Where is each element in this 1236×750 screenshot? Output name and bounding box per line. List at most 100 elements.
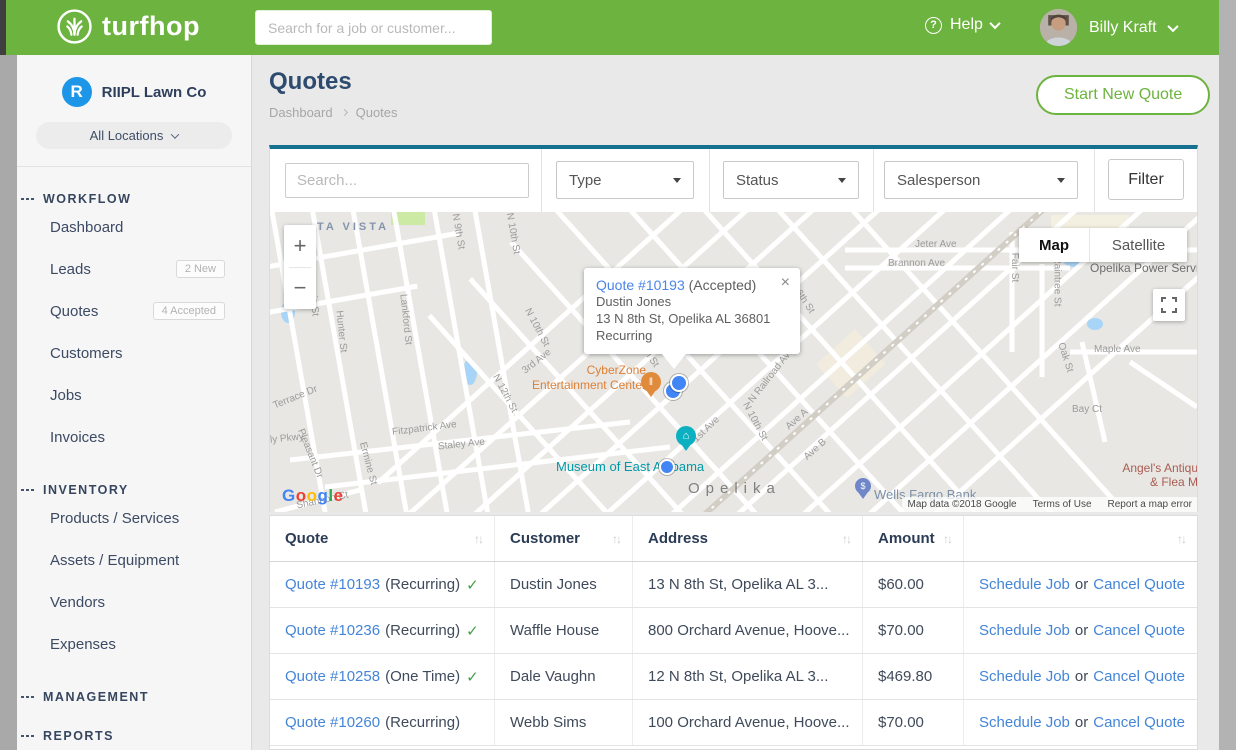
quote-link[interactable]: Quote #10236 [285, 622, 380, 639]
location-label: All Locations [90, 128, 164, 143]
amount-cell: $70.00 [863, 700, 964, 745]
cancel-quote-link[interactable]: Cancel Quote [1093, 714, 1185, 731]
brand-logo[interactable]: turfhop [56, 8, 200, 45]
cancel-quote-link[interactable]: Cancel Quote [1093, 576, 1185, 593]
quote-cell: Quote #10236(Recurring)✓ [270, 608, 495, 653]
address-text: 13 N 8th St, Opelika AL 3... [648, 576, 828, 593]
sidebar-item-jobs[interactable]: Jobs [17, 374, 251, 416]
select-arrow-icon [673, 178, 681, 183]
amount-cell: $469.80 [863, 654, 964, 699]
google-map[interactable]: TA VISTAN 9th StN 10th StJeter AveBranno… [270, 212, 1197, 512]
sidebar-item-expenses[interactable]: Expenses [17, 623, 251, 665]
cancel-quote-link[interactable]: Cancel Quote [1093, 622, 1185, 639]
museum-icon: ⌂ [683, 430, 690, 442]
sidebar-item-customers[interactable]: Customers [17, 332, 251, 374]
filter-button[interactable]: Filter [1108, 159, 1184, 200]
company-selector[interactable]: R RIIPL Lawn Co [17, 77, 251, 107]
sort-icon[interactable]: ↑↓ [612, 532, 620, 546]
zoom-in-button[interactable]: + [284, 225, 316, 267]
address-text: 800 Orchard Avenue, Hoove... [648, 622, 850, 639]
quote-link[interactable]: Quote #10193 [285, 576, 380, 593]
terms-of-use-link[interactable]: Terms of Use [1033, 499, 1092, 510]
chevron-down-icon [171, 130, 179, 138]
cancel-quote-link[interactable]: Cancel Quote [1093, 668, 1185, 685]
left-scrollbar[interactable] [0, 55, 17, 750]
quote-link[interactable]: Quote #10260 [285, 714, 380, 731]
report-map-error-link[interactable]: Report a map error [1108, 499, 1192, 510]
schedule-job-link[interactable]: Schedule Job [979, 668, 1070, 685]
sidebar-section-management[interactable]: MANAGEMENT [17, 690, 251, 704]
schedule-job-link[interactable]: Schedule Job [979, 714, 1070, 731]
global-search-input[interactable] [255, 10, 492, 45]
popup-quote-status: (Accepted) [689, 277, 757, 293]
sort-icon[interactable]: ↑↓ [842, 532, 850, 546]
quote-map-marker-active[interactable] [670, 374, 688, 392]
customer-cell: Dustin Jones [495, 562, 633, 607]
or-separator: or [1075, 622, 1088, 639]
sidebar-item-assets-equipment[interactable]: Assets / Equipment [17, 539, 251, 581]
salesperson-select[interactable]: Salesperson [884, 161, 1078, 199]
map-info-window: Quote #10193 (Accepted) × Dustin Jones 1… [584, 268, 800, 354]
close-icon[interactable]: × [781, 275, 790, 291]
museum-poi-pin[interactable]: ⌂ [676, 426, 696, 446]
sort-icon[interactable]: ↑↓ [943, 532, 951, 546]
start-new-quote-button[interactable]: Start New Quote [1036, 75, 1210, 115]
google-logo-letter: e [334, 486, 344, 505]
sidebar-item-quotes[interactable]: Quotes4 Accepted [17, 290, 251, 332]
divider [709, 149, 710, 212]
sidebar-section-inventory[interactable]: INVENTORY [17, 483, 251, 497]
fullscreen-button[interactable] [1153, 289, 1185, 321]
left-dark-edge [0, 0, 6, 55]
bank-poi-pin[interactable]: $ [855, 478, 871, 494]
zoom-out-button[interactable]: − [284, 268, 316, 310]
schedule-job-link[interactable]: Schedule Job [979, 576, 1070, 593]
quote-link[interactable]: Quote #10258 [285, 668, 380, 685]
chevron-down-icon [989, 18, 1000, 29]
sidebar-item-vendors[interactable]: Vendors [17, 581, 251, 623]
popup-quote-link[interactable]: Quote #10193 [596, 277, 685, 293]
chevron-down-icon [1167, 20, 1178, 31]
type-select[interactable]: Type [556, 161, 694, 199]
column-header-address[interactable]: Address ↑↓ [633, 516, 863, 561]
sidebar-item-dashboard[interactable]: Dashboard [17, 206, 251, 248]
customer-name: Webb Sims [510, 714, 586, 731]
column-header-amount[interactable]: Amount↑↓ [863, 516, 964, 561]
sidebar: R RIIPL Lawn Co All Locations WORKFLOWDa… [17, 55, 252, 750]
customer-name: Dale Vaughn [510, 668, 596, 685]
divider [1094, 149, 1095, 212]
user-menu[interactable]: Billy Kraft [1040, 9, 1177, 46]
column-header-actions[interactable]: ↑↓ [964, 516, 1197, 561]
breadcrumb-home[interactable]: Dashboard [269, 105, 333, 120]
sidebar-section-reports[interactable]: REPORTS [17, 729, 251, 743]
sidebar-item-products-services[interactable]: Products / Services [17, 497, 251, 539]
avatar [1040, 9, 1077, 46]
restaurant-poi-pin[interactable]: ‖ [641, 372, 661, 392]
quote-cell: Quote #10258(One Time)✓ [270, 654, 495, 699]
status-select[interactable]: Status [723, 161, 859, 199]
sidebar-item-leads[interactable]: Leads2 New [17, 248, 251, 290]
column-label: Address [648, 530, 708, 547]
sidebar-item-invoices[interactable]: Invoices [17, 416, 251, 458]
sidebar-divider [17, 166, 251, 167]
quotes-search-input[interactable] [285, 163, 529, 198]
help-menu[interactable]: ? Help [925, 16, 999, 34]
actions-cell: Schedule JoborCancel Quote [964, 562, 1197, 607]
brand-name: turfhop [102, 8, 200, 45]
customer-name: Waffle House [510, 622, 599, 639]
map-type-map-button[interactable]: Map [1019, 228, 1089, 262]
map-type-satellite-button[interactable]: Satellite [1089, 228, 1187, 262]
right-scrollbar[interactable] [1219, 0, 1236, 750]
salesperson-select-value: Salesperson [897, 172, 980, 189]
schedule-job-link[interactable]: Schedule Job [979, 622, 1070, 639]
sidebar-section-workflow[interactable]: WORKFLOW [17, 192, 251, 206]
filter-bar: Type Status Salesperson Filter [270, 149, 1197, 212]
location-selector[interactable]: All Locations [36, 122, 232, 149]
sort-icon[interactable]: ↑↓ [474, 532, 482, 546]
address-cell: 800 Orchard Avenue, Hoove... [633, 608, 863, 653]
column-label: Customer [510, 530, 580, 547]
column-header-quote[interactable]: Quote↑↓ [270, 516, 495, 561]
column-header-customer[interactable]: Customer ↑↓ [495, 516, 633, 561]
sort-icon[interactable]: ↑↓ [1177, 532, 1185, 546]
amount-cell: $70.00 [863, 608, 964, 653]
quote-map-marker[interactable] [659, 459, 675, 475]
